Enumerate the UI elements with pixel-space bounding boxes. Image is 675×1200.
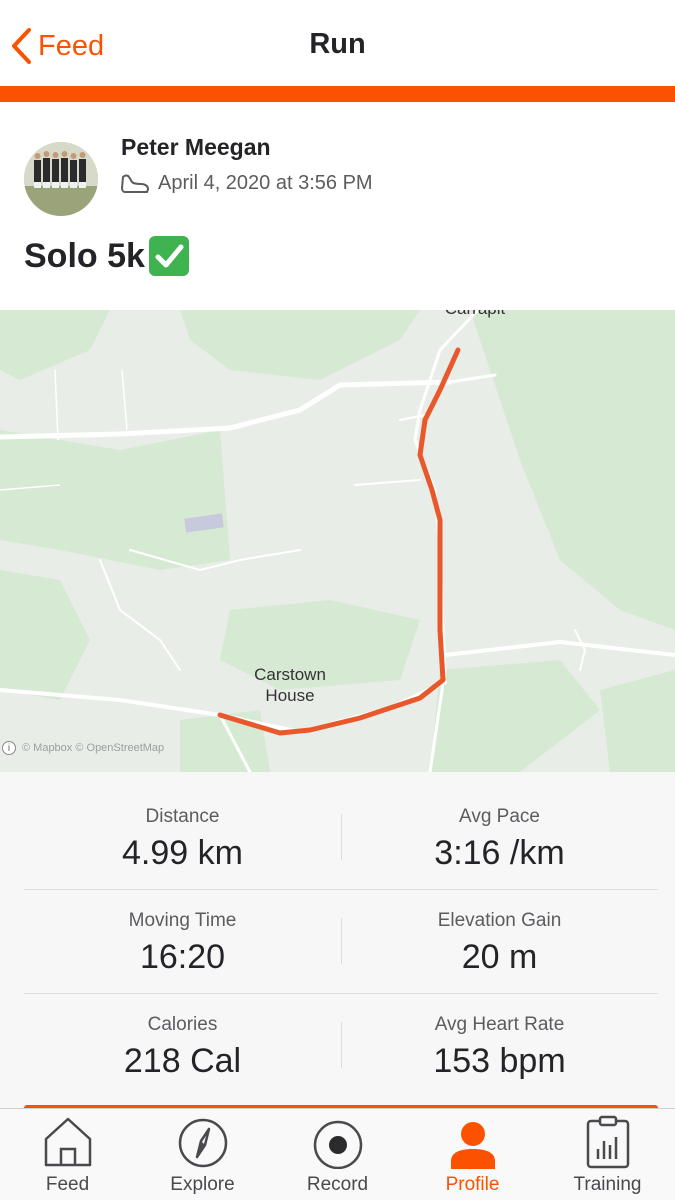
stat-elevation-gain: Elevation Gain 20 m xyxy=(341,910,658,977)
map-attribution[interactable]: i © Mapbox © OpenStreetMap xyxy=(0,741,164,755)
activity-header: Peter Meegan April 4, 2020 at 3:56 PM So… xyxy=(0,102,675,310)
stat-row: Moving Time 16:20 Elevation Gain 20 m xyxy=(24,890,658,994)
activity-title-text: Solo 5k xyxy=(24,236,145,275)
stat-distance: Distance 4.99 km xyxy=(24,806,341,873)
nav-bar: Feed Run xyxy=(0,0,675,86)
activity-date: April 4, 2020 at 3:56 PM xyxy=(158,171,373,194)
place-label-partial: Carrapit xyxy=(440,310,510,319)
tab-explore[interactable]: Explore xyxy=(135,1109,270,1200)
stat-value: 20 m xyxy=(461,938,538,976)
home-icon xyxy=(44,1117,92,1167)
stat-value: 3:16 /km xyxy=(434,834,565,872)
stat-label: Avg Heart Rate xyxy=(434,1014,565,1035)
stat-avg-heart-rate: Avg Heart Rate 153 bpm xyxy=(341,1014,658,1081)
activity-meta: April 4, 2020 at 3:56 PM xyxy=(120,171,373,195)
stat-label: Distance xyxy=(145,806,220,827)
team-photo-icon xyxy=(24,142,98,216)
stat-avg-pace: Avg Pace 3:16 /km xyxy=(341,806,658,873)
info-icon[interactable]: i xyxy=(2,741,16,755)
shoe-icon xyxy=(121,174,149,193)
stat-value: 16:20 xyxy=(139,938,226,976)
stat-value: 153 bpm xyxy=(433,1042,566,1080)
tab-profile[interactable]: Profile xyxy=(405,1109,540,1200)
activity-title: Solo 5k xyxy=(24,236,189,276)
accent-bar xyxy=(0,86,675,102)
stat-row: Calories 218 Cal Avg Heart Rate 153 bpm xyxy=(24,994,658,1098)
map-attribution-text: © Mapbox © OpenStreetMap xyxy=(22,742,165,754)
tab-bar: Feed Explore Record Profile Training xyxy=(0,1108,675,1200)
stat-label: Moving Time xyxy=(128,910,237,931)
tab-label: Feed xyxy=(45,1174,90,1195)
page-title: Run xyxy=(309,28,366,60)
record-icon xyxy=(313,1120,363,1169)
check-mark-button-icon xyxy=(148,236,189,276)
stat-calories: Calories 218 Cal xyxy=(24,1014,341,1081)
tab-feed[interactable]: Feed xyxy=(0,1109,135,1200)
avatar[interactable] xyxy=(24,142,98,216)
tab-label: Profile xyxy=(445,1174,500,1195)
stat-label: Calories xyxy=(147,1014,218,1035)
stat-label: Elevation Gain xyxy=(437,910,562,931)
tab-training[interactable]: Training xyxy=(540,1109,675,1200)
profile-icon xyxy=(451,1122,495,1169)
tab-record[interactable]: Record xyxy=(270,1109,405,1200)
stat-moving-time: Moving Time 16:20 xyxy=(24,910,341,977)
route-map[interactable]: Carrapit Carstown House xyxy=(0,310,675,772)
activity-stats: Distance 4.99 km Avg Pace 3:16 /km Movin… xyxy=(24,786,658,1098)
stat-value: 4.99 km xyxy=(122,834,243,872)
stat-label: Avg Pace xyxy=(459,806,540,827)
clipboard-chart-icon xyxy=(586,1115,630,1169)
stat-value: 218 Cal xyxy=(123,1042,242,1080)
athlete-name[interactable]: Peter Meegan xyxy=(121,134,271,161)
stat-row: Distance 4.99 km Avg Pace 3:16 /km xyxy=(24,786,658,890)
tab-label: Record xyxy=(306,1174,369,1195)
place-label: Carstown House xyxy=(254,665,326,705)
tab-label: Training xyxy=(573,1174,642,1195)
tab-label: Explore xyxy=(170,1174,235,1195)
compass-icon xyxy=(178,1118,228,1168)
